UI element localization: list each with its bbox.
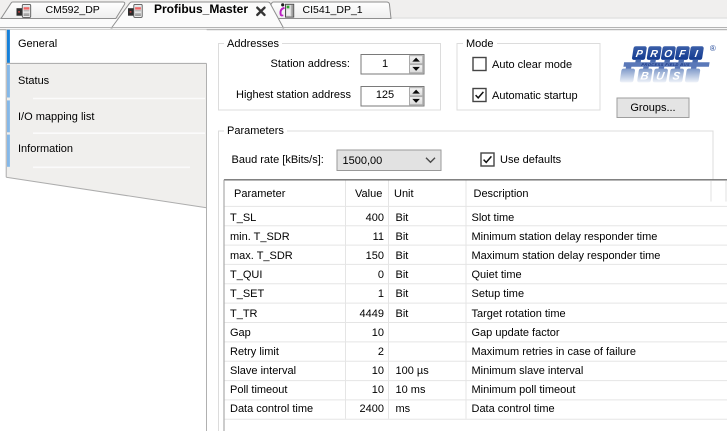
svg-text:®: ® xyxy=(710,44,716,53)
